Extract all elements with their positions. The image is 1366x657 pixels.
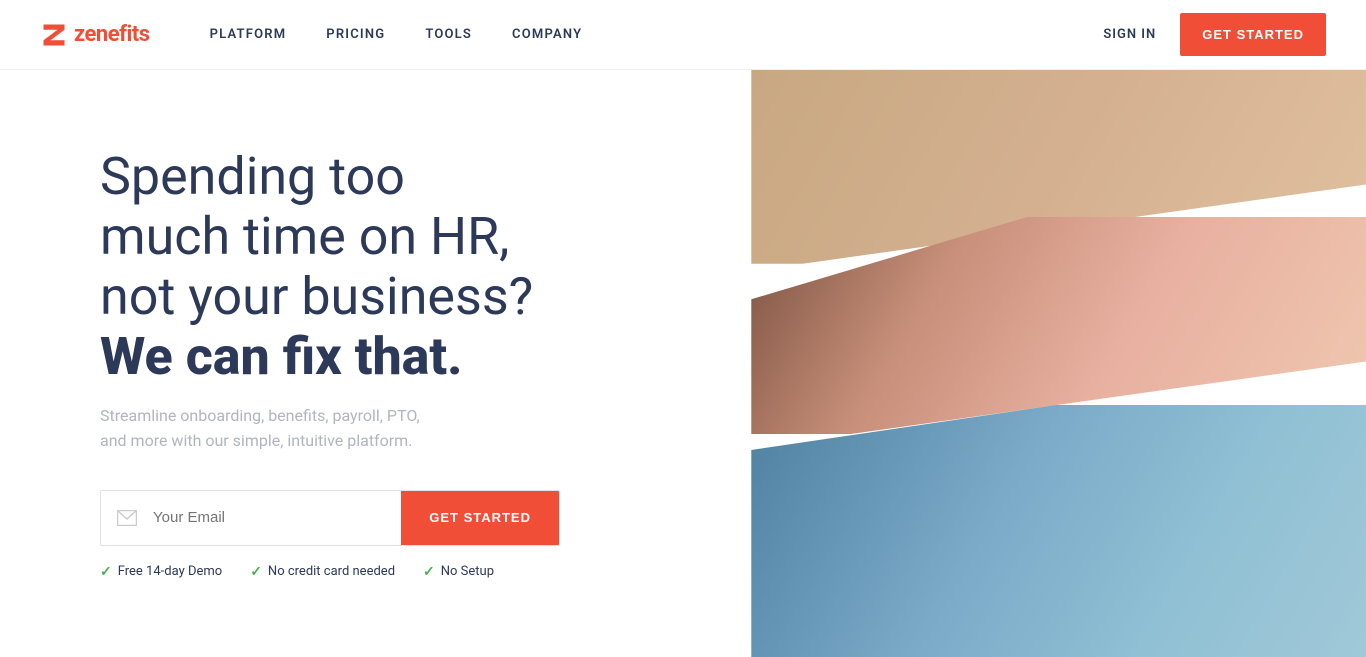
logo-icon xyxy=(40,21,68,49)
hero-image-collage xyxy=(751,70,1366,657)
trust-label-demo: Free 14-day Demo xyxy=(118,564,222,579)
envelope-icon xyxy=(117,510,137,526)
hero-content: Spending toomuch time on HR,not your bus… xyxy=(0,70,751,657)
trust-label-setup: No Setup xyxy=(441,564,494,579)
hero-heading: Spending toomuch time on HR,not your bus… xyxy=(100,147,620,386)
check-icon-card: ✓ xyxy=(250,564,262,580)
email-icon xyxy=(101,510,153,526)
nav-platform[interactable]: PLATFORM xyxy=(210,27,287,42)
hero-heading-line1: Spending toomuch time on HR,not your bus… xyxy=(100,146,533,327)
email-form: GET STARTED xyxy=(100,490,560,546)
trust-item-card: ✓ No credit card needed xyxy=(250,564,395,580)
nav-pricing[interactable]: PRICING xyxy=(326,27,385,42)
get-started-nav-button[interactable]: GET STARTED xyxy=(1180,13,1326,56)
trust-item-demo: ✓ Free 14-day Demo xyxy=(100,564,222,580)
trust-item-setup: ✓ No Setup xyxy=(423,564,494,580)
check-icon-setup: ✓ xyxy=(423,564,435,580)
sign-in-link[interactable]: SIGN IN xyxy=(1103,27,1156,42)
collage-wrapper xyxy=(751,70,1366,657)
nav-tools[interactable]: TOOLS xyxy=(425,27,472,42)
nav-links: PLATFORM PRICING TOOLS COMPANY xyxy=(210,27,1104,42)
logo[interactable]: zenefits xyxy=(40,21,150,49)
navbar: zenefits PLATFORM PRICING TOOLS COMPANY … xyxy=(0,0,1366,70)
trust-row: ✓ Free 14-day Demo ✓ No credit card need… xyxy=(100,564,751,580)
logo-text: zenefits xyxy=(74,22,150,47)
hero-subtext: Streamline onboarding, benefits, payroll… xyxy=(100,403,520,454)
check-icon-demo: ✓ xyxy=(100,564,112,580)
nav-right: SIGN IN GET STARTED xyxy=(1103,13,1326,56)
hero-section: Spending toomuch time on HR,not your bus… xyxy=(0,70,1366,657)
image-panel-bottom xyxy=(751,405,1366,657)
trust-label-card: No credit card needed xyxy=(268,564,395,579)
hero-heading-bold: We can fix that. xyxy=(100,326,463,387)
nav-company[interactable]: COMPANY xyxy=(512,27,582,42)
get-started-hero-button[interactable]: GET STARTED xyxy=(401,491,559,545)
email-input[interactable] xyxy=(153,493,401,542)
